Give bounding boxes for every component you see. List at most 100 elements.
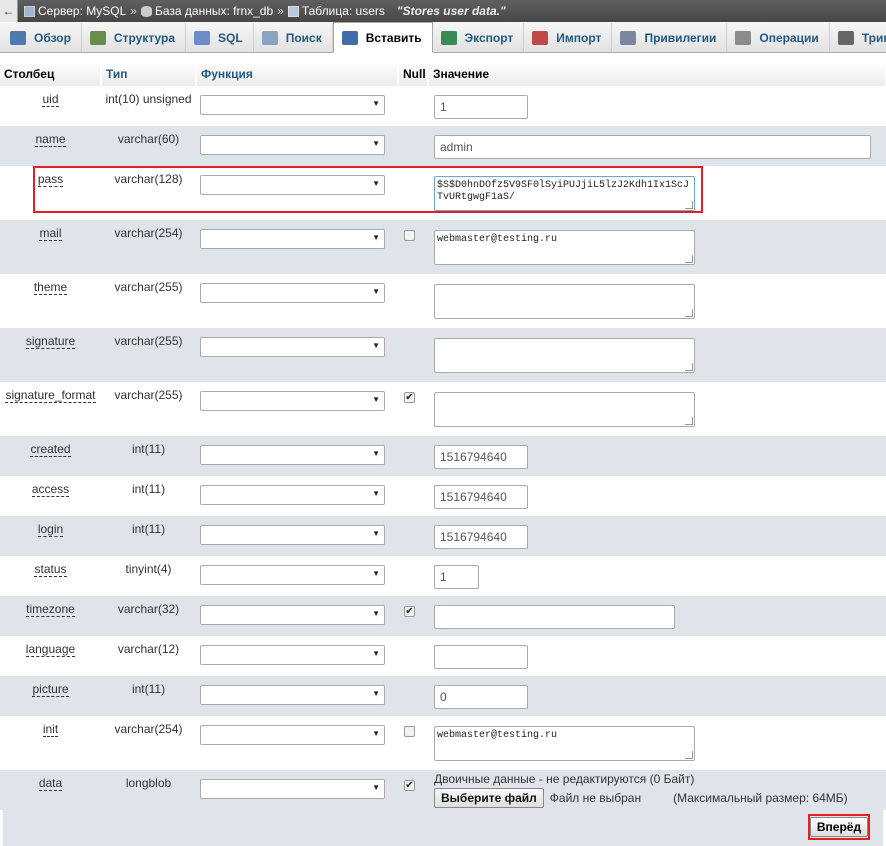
triggers-icon [837,30,854,45]
null-checkbox[interactable] [404,726,415,737]
tab-search[interactable]: Поиск [254,23,333,52]
column-name-cell: pass [0,166,101,220]
function-select[interactable] [200,391,385,411]
null-cell [398,636,428,676]
tab-import[interactable]: Импорт [524,23,613,52]
go-button[interactable]: Вперёд [809,817,869,837]
function-select[interactable] [200,565,385,585]
column-name: created [30,442,71,457]
breadcrumb-separator: » [277,4,284,18]
value-input-picture[interactable]: 0 [434,685,528,709]
value-input-uid[interactable]: 1 [434,95,528,119]
function-cell [196,516,398,556]
value-textarea-mail[interactable]: webmaster@testing.ru [434,230,695,265]
value-textarea-pass[interactable]: $S$D0hnDOfz5V9SF0lSyiPUJjiL5lzJ2Kdh1Ix1S… [434,176,695,211]
table-header-row: Столбец Тип Функция Null Значение [0,62,886,86]
back-arrow-icon[interactable]: ← [0,0,18,22]
table-row: picture int(11) 0 [0,676,886,716]
breadcrumb-server[interactable]: Сервер: MySQL [38,4,126,18]
function-select[interactable] [200,645,385,665]
tab-label: Обзор [34,30,71,45]
function-select[interactable] [200,95,385,115]
function-select[interactable] [200,725,385,745]
function-cell [196,770,398,810]
null-checkbox[interactable]: ✔ [404,392,415,403]
column-type: longblob [101,770,196,810]
tab-triggers[interactable]: Триггеры [830,23,886,52]
header-type[interactable]: Тип [101,62,197,86]
value-input-timezone[interactable] [434,605,675,629]
server-icon [24,5,35,17]
table-row: language varchar(12) [0,636,886,676]
choose-file-button[interactable]: Выберите файл [434,788,544,808]
breadcrumb-table[interactable]: Таблица: users [302,4,385,18]
function-select[interactable] [200,337,385,357]
tab-insert[interactable]: Вставить [332,22,433,53]
table-comment: "Stores user data." [396,4,506,18]
function-select[interactable] [200,605,385,625]
column-name-cell: timezone [0,596,101,636]
function-select[interactable] [200,779,385,799]
null-checkbox[interactable] [404,230,415,241]
value-input-access[interactable]: 1516794640 [434,485,528,509]
function-select[interactable] [200,135,385,155]
breadcrumb: Сервер: MySQL » База данных: frnx_db » Т… [24,4,506,18]
header-column: Столбец [0,62,102,86]
tab-label: Импорт [556,30,602,45]
tab-label: Операции [759,30,819,45]
function-cell [196,220,398,274]
function-select[interactable] [200,685,385,705]
tab-privileges[interactable]: Привилегии [612,23,728,52]
table-row: signature_format varchar(255) ✔ [0,382,886,436]
tab-label: Структура [113,30,176,45]
column-type: varchar(254) [101,716,196,770]
browse-icon [10,30,26,45]
value-input-created[interactable]: 1516794640 [434,445,528,469]
table-row: theme varchar(255) [0,274,886,328]
table-row: signature varchar(255) [0,328,886,382]
column-name: data [38,776,63,791]
null-checkbox[interactable]: ✔ [404,606,415,617]
value-textarea-signature_format[interactable] [434,392,695,427]
null-cell [398,86,428,126]
value-textarea-signature[interactable] [434,338,695,373]
column-name-cell: theme [0,274,101,328]
value-cell [428,596,886,636]
tab-sql[interactable]: SQL [186,23,254,52]
column-name: theme [33,280,68,295]
function-select[interactable] [200,445,385,465]
function-select[interactable] [200,525,385,545]
value-input-name[interactable]: admin [434,135,871,159]
function-select[interactable] [200,485,385,505]
table-row: name varchar(60) admin [0,126,886,166]
value-input-status[interactable]: 1 [434,565,479,589]
function-select[interactable] [200,229,385,249]
null-cell: ✔ [398,770,428,810]
tab-structure[interactable]: Структура [82,23,187,52]
tab-browse[interactable]: Обзор [2,23,82,52]
breadcrumb-database[interactable]: База данных: frnx_db [155,4,273,18]
value-input-login[interactable]: 1516794640 [434,525,528,549]
tab-operations[interactable]: Операции [727,23,830,52]
tab-label: Экспорт [464,30,514,45]
table-row: timezone varchar(32) ✔ [0,596,886,636]
function-select[interactable] [200,283,385,303]
column-name-cell: picture [0,676,101,716]
null-cell [398,166,428,220]
column-type: varchar(255) [101,274,196,328]
column-type: int(10) unsigned [101,86,196,126]
column-name: pass [37,172,64,187]
tab-export[interactable]: Экспорт [433,23,525,52]
tab-label: SQL [218,30,243,45]
null-checkbox[interactable]: ✔ [404,780,415,791]
table-row: data longblob ✔ Двоичные данные - не редакт… [0,770,886,810]
null-cell [398,328,428,382]
column-name-cell: data [0,770,101,810]
function-select[interactable] [200,175,385,195]
value-input-language[interactable] [434,645,528,669]
value-textarea-init[interactable]: webmaster@testing.ru [434,726,695,761]
value-textarea-theme[interactable] [434,284,695,319]
header-function[interactable]: Функция [196,62,399,86]
function-cell [196,676,398,716]
column-name: signature [25,334,76,349]
